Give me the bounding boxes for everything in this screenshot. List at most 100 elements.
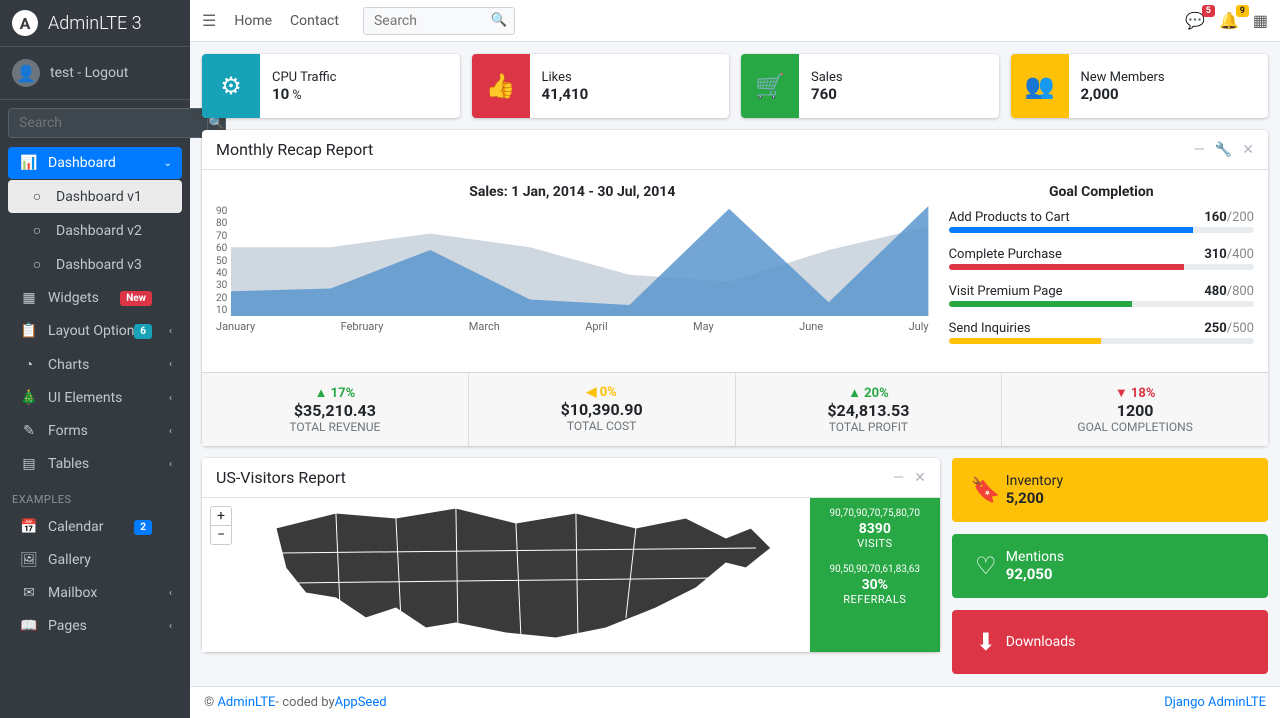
right-col: 🔖 Inventory5,200 ♡ Mentions92,050 ⬇ Down… <box>952 458 1268 674</box>
gear-icon: ⚙ <box>202 54 260 118</box>
footer-right-link[interactable]: Django AdminLTE <box>1164 695 1266 710</box>
nav-item-widgets[interactable]: ▦WidgetsNew <box>8 282 182 314</box>
nav-contact[interactable]: Contact <box>290 13 339 29</box>
small-box-downloads[interactable]: ⬇ Downloads <box>952 610 1268 674</box>
footer-copyright: © <box>204 695 214 710</box>
nav-item-calendar[interactable]: 📅Calendar2 <box>8 511 182 543</box>
goal-add-products-to-cart: Add Products to Cart160/200 <box>949 210 1254 233</box>
nav-main: 📊Dashboard⌄○Dashboard v1○Dashboard v2○Da… <box>0 146 190 481</box>
visitors-title: US-Visitors Report <box>216 468 893 487</box>
tree-icon: 🎄 <box>18 390 40 406</box>
brand-logo-icon: A <box>12 10 38 36</box>
user-name: test - Logout <box>50 65 128 81</box>
small-box-mentions[interactable]: ♡ Mentions92,050 <box>952 534 1268 598</box>
notifications-badge: 9 <box>1236 5 1249 17</box>
footer-author-link[interactable]: AppSeed <box>335 695 387 710</box>
nav-badge: New <box>120 291 152 306</box>
stat-total-profit: ▲ 20% $24,813.53 TOTAL PROFIT <box>736 373 1003 446</box>
nav-badge: 6 <box>134 324 152 339</box>
settings-icon[interactable]: 🔧 <box>1215 142 1232 158</box>
fullscreen-icon[interactable]: ▦ <box>1253 11 1268 30</box>
nav-item-dashboard-v3[interactable]: ○Dashboard v3 <box>8 248 182 281</box>
notifications-icon[interactable]: 🔔9 <box>1219 11 1239 30</box>
collapse-icon[interactable]: — <box>1194 142 1205 158</box>
collapse-icon[interactable]: — <box>893 470 904 486</box>
chevron-down-icon: ⌄ <box>164 158 172 169</box>
messages-icon[interactable]: 💬5 <box>1185 11 1205 30</box>
report-footer: ▲ 17% $35,210.43 TOTAL REVENUE ◀ 0% $10,… <box>202 372 1268 446</box>
topbar-search: 🔍 <box>363 7 515 35</box>
footer-brand-link[interactable]: AdminLTE <box>217 695 275 710</box>
zoom-out-button[interactable]: − <box>211 526 231 544</box>
close-icon[interactable]: ✕ <box>914 470 926 486</box>
nav-item-charts[interactable]: ◔Charts‹ <box>8 348 182 381</box>
nav-header: EXAMPLES <box>0 481 190 510</box>
envelope-icon: ✉ <box>18 585 40 601</box>
th-icon: ▦ <box>18 290 40 306</box>
chevron-left-icon: ‹ <box>169 359 172 370</box>
topbar-search-button[interactable]: 🔍 <box>484 13 514 28</box>
nav-item-layout-options[interactable]: 📋Layout Options6‹ <box>8 315 182 347</box>
brand[interactable]: A AdminLTE 3 <box>0 0 190 47</box>
speedometer-icon: 📊 <box>18 155 40 171</box>
topbar: ☰ Home Contact 🔍 💬5 🔔9 ▦ <box>190 0 1280 42</box>
users-icon: 👥 <box>1011 54 1069 118</box>
nav-item-ui-elements[interactable]: 🎄UI Elements‹ <box>8 382 182 414</box>
nav-item-gallery[interactable]: 🖼Gallery <box>8 544 182 576</box>
goal-send-inquiries: Send Inquiries250/500 <box>949 321 1254 344</box>
stat-total-cost: ◀ 0% $10,390.90 TOTAL COST <box>469 373 736 446</box>
nav-item-mailbox[interactable]: ✉Mailbox‹ <box>8 577 182 609</box>
nav-item-forms[interactable]: ✎Forms‹ <box>8 415 182 447</box>
circle-icon: ○ <box>26 256 48 273</box>
small-box-inventory[interactable]: 🔖 Inventory5,200 <box>952 458 1268 522</box>
visitors-card: US-Visitors Report — ✕ + − <box>202 458 940 652</box>
info-row: ⚙ CPU Traffic10 % 👍 Likes41,410 🛒 Sales7… <box>202 54 1268 118</box>
card-title: Monthly Recap Report <box>216 140 1194 159</box>
goal-visit-premium-page: Visit Premium Page480/800 <box>949 284 1254 307</box>
thumbs-up-icon: 👍 <box>472 54 530 118</box>
user-panel[interactable]: 👤 test - Logout <box>0 47 190 100</box>
chevron-left-icon: ‹ <box>169 426 172 437</box>
sidebar-search: 🔍 <box>0 100 190 146</box>
goal-complete-purchase: Complete Purchase310/400 <box>949 247 1254 270</box>
nav-item-pages[interactable]: 📖Pages‹ <box>8 610 182 642</box>
messages-badge: 5 <box>1202 5 1215 17</box>
nav-item-dashboard[interactable]: 📊Dashboard⌄ <box>8 147 182 179</box>
close-icon[interactable]: ✕ <box>1242 142 1254 158</box>
chevron-left-icon: ‹ <box>169 588 172 599</box>
menu-toggle-icon[interactable]: ☰ <box>202 11 216 30</box>
nav-item-dashboard-v1[interactable]: ○Dashboard v1 <box>8 180 182 213</box>
chevron-left-icon: ‹ <box>169 393 172 404</box>
info-box-new-members: 👥 New Members2,000 <box>1011 54 1269 118</box>
us-map[interactable]: + − <box>202 498 810 652</box>
nav-item-tables[interactable]: ▤Tables‹ <box>8 448 182 480</box>
monthly-recap-card: Monthly Recap Report — 🔧 ✕ Sales: 1 Jan,… <box>202 130 1268 446</box>
content: ⚙ CPU Traffic10 % 👍 Likes41,410 🛒 Sales7… <box>190 42 1280 686</box>
sales-chart: Sales: 1 Jan, 2014 - 30 Jul, 2014 908070… <box>216 184 929 358</box>
main-footer: © AdminLTE - coded by AppSeed Django Adm… <box>190 686 1280 718</box>
tag-icon: 🔖 <box>966 476 1006 504</box>
zoom-in-button[interactable]: + <box>211 507 231 526</box>
copy-icon: 📋 <box>18 323 40 339</box>
goal-title: Goal Completion <box>949 184 1254 200</box>
stat-total-revenue: ▲ 17% $35,210.43 TOTAL REVENUE <box>202 373 469 446</box>
heart-icon: ♡ <box>966 552 1006 580</box>
info-box-sales: 🛒 Sales760 <box>741 54 999 118</box>
chevron-left-icon: ‹ <box>169 326 172 337</box>
avatar-icon: 👤 <box>12 59 40 87</box>
sidebar: A AdminLTE 3 👤 test - Logout 🔍 📊Dashboar… <box>0 0 190 718</box>
image-icon: 🖼 <box>18 552 40 568</box>
nav-badge: 2 <box>134 520 152 535</box>
brand-text: AdminLTE 3 <box>48 13 142 34</box>
book-icon: 📖 <box>18 618 40 634</box>
chevron-left-icon: ‹ <box>169 621 172 632</box>
pie-icon: ◔ <box>18 356 40 373</box>
info-box-cpu-traffic: ⚙ CPU Traffic10 % <box>202 54 460 118</box>
cart-icon: 🛒 <box>741 54 799 118</box>
edit-icon: ✎ <box>18 423 40 439</box>
download-icon: ⬇ <box>966 628 1006 656</box>
sidebar-search-input[interactable] <box>8 108 208 138</box>
nav-home[interactable]: Home <box>234 13 272 29</box>
nav-item-dashboard-v2[interactable]: ○Dashboard v2 <box>8 214 182 247</box>
topbar-search-input[interactable] <box>364 8 484 34</box>
